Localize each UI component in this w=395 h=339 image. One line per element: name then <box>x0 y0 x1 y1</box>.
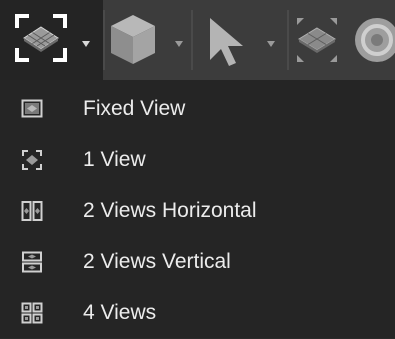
chevron-down-icon[interactable] <box>82 41 90 47</box>
menu-item-1-view[interactable]: 1 View <box>0 135 395 186</box>
chevron-down-icon[interactable] <box>175 41 183 47</box>
viewport-layout-button[interactable] <box>0 0 103 80</box>
cube-icon <box>111 15 155 64</box>
one-view-icon <box>22 150 42 170</box>
two-views-horizontal-icon <box>21 201 43 221</box>
viewport-toolbar <box>0 0 395 80</box>
two-views-vertical-icon <box>22 251 42 273</box>
select-tool-button[interactable] <box>193 0 287 80</box>
menu-item-2-views-vertical[interactable]: 2 Views Vertical <box>0 237 395 288</box>
menu-item-4-views[interactable]: 4 Views <box>0 288 395 339</box>
four-views-icon <box>21 302 43 324</box>
menu-item-label: 2 Views Horizontal <box>83 199 257 222</box>
primitive-cube-button[interactable] <box>105 0 191 80</box>
menu-item-label: 1 View <box>83 148 146 171</box>
fixed-view-icon <box>21 99 43 118</box>
grid-plane-icon <box>297 18 337 62</box>
select-arrow-icon <box>210 18 243 66</box>
menu-item-fixed-view[interactable]: Fixed View <box>0 84 395 135</box>
menu-item-label: Fixed View <box>83 97 186 120</box>
menu-item-2-views-horizontal[interactable]: 2 Views Horizontal <box>0 186 395 237</box>
sphere-icon <box>355 18 395 62</box>
menu-item-label: 2 Views Vertical <box>83 250 231 273</box>
viewport-layout-menu: Fixed View 1 View 2 Views Horizontal 2 V… <box>0 80 395 338</box>
viewport-layout-icon <box>15 14 67 62</box>
grid-plane-button[interactable] <box>289 0 345 80</box>
chevron-down-icon[interactable] <box>267 41 275 47</box>
menu-item-label: 4 Views <box>83 301 157 324</box>
sphere-tool-button[interactable] <box>345 0 395 80</box>
